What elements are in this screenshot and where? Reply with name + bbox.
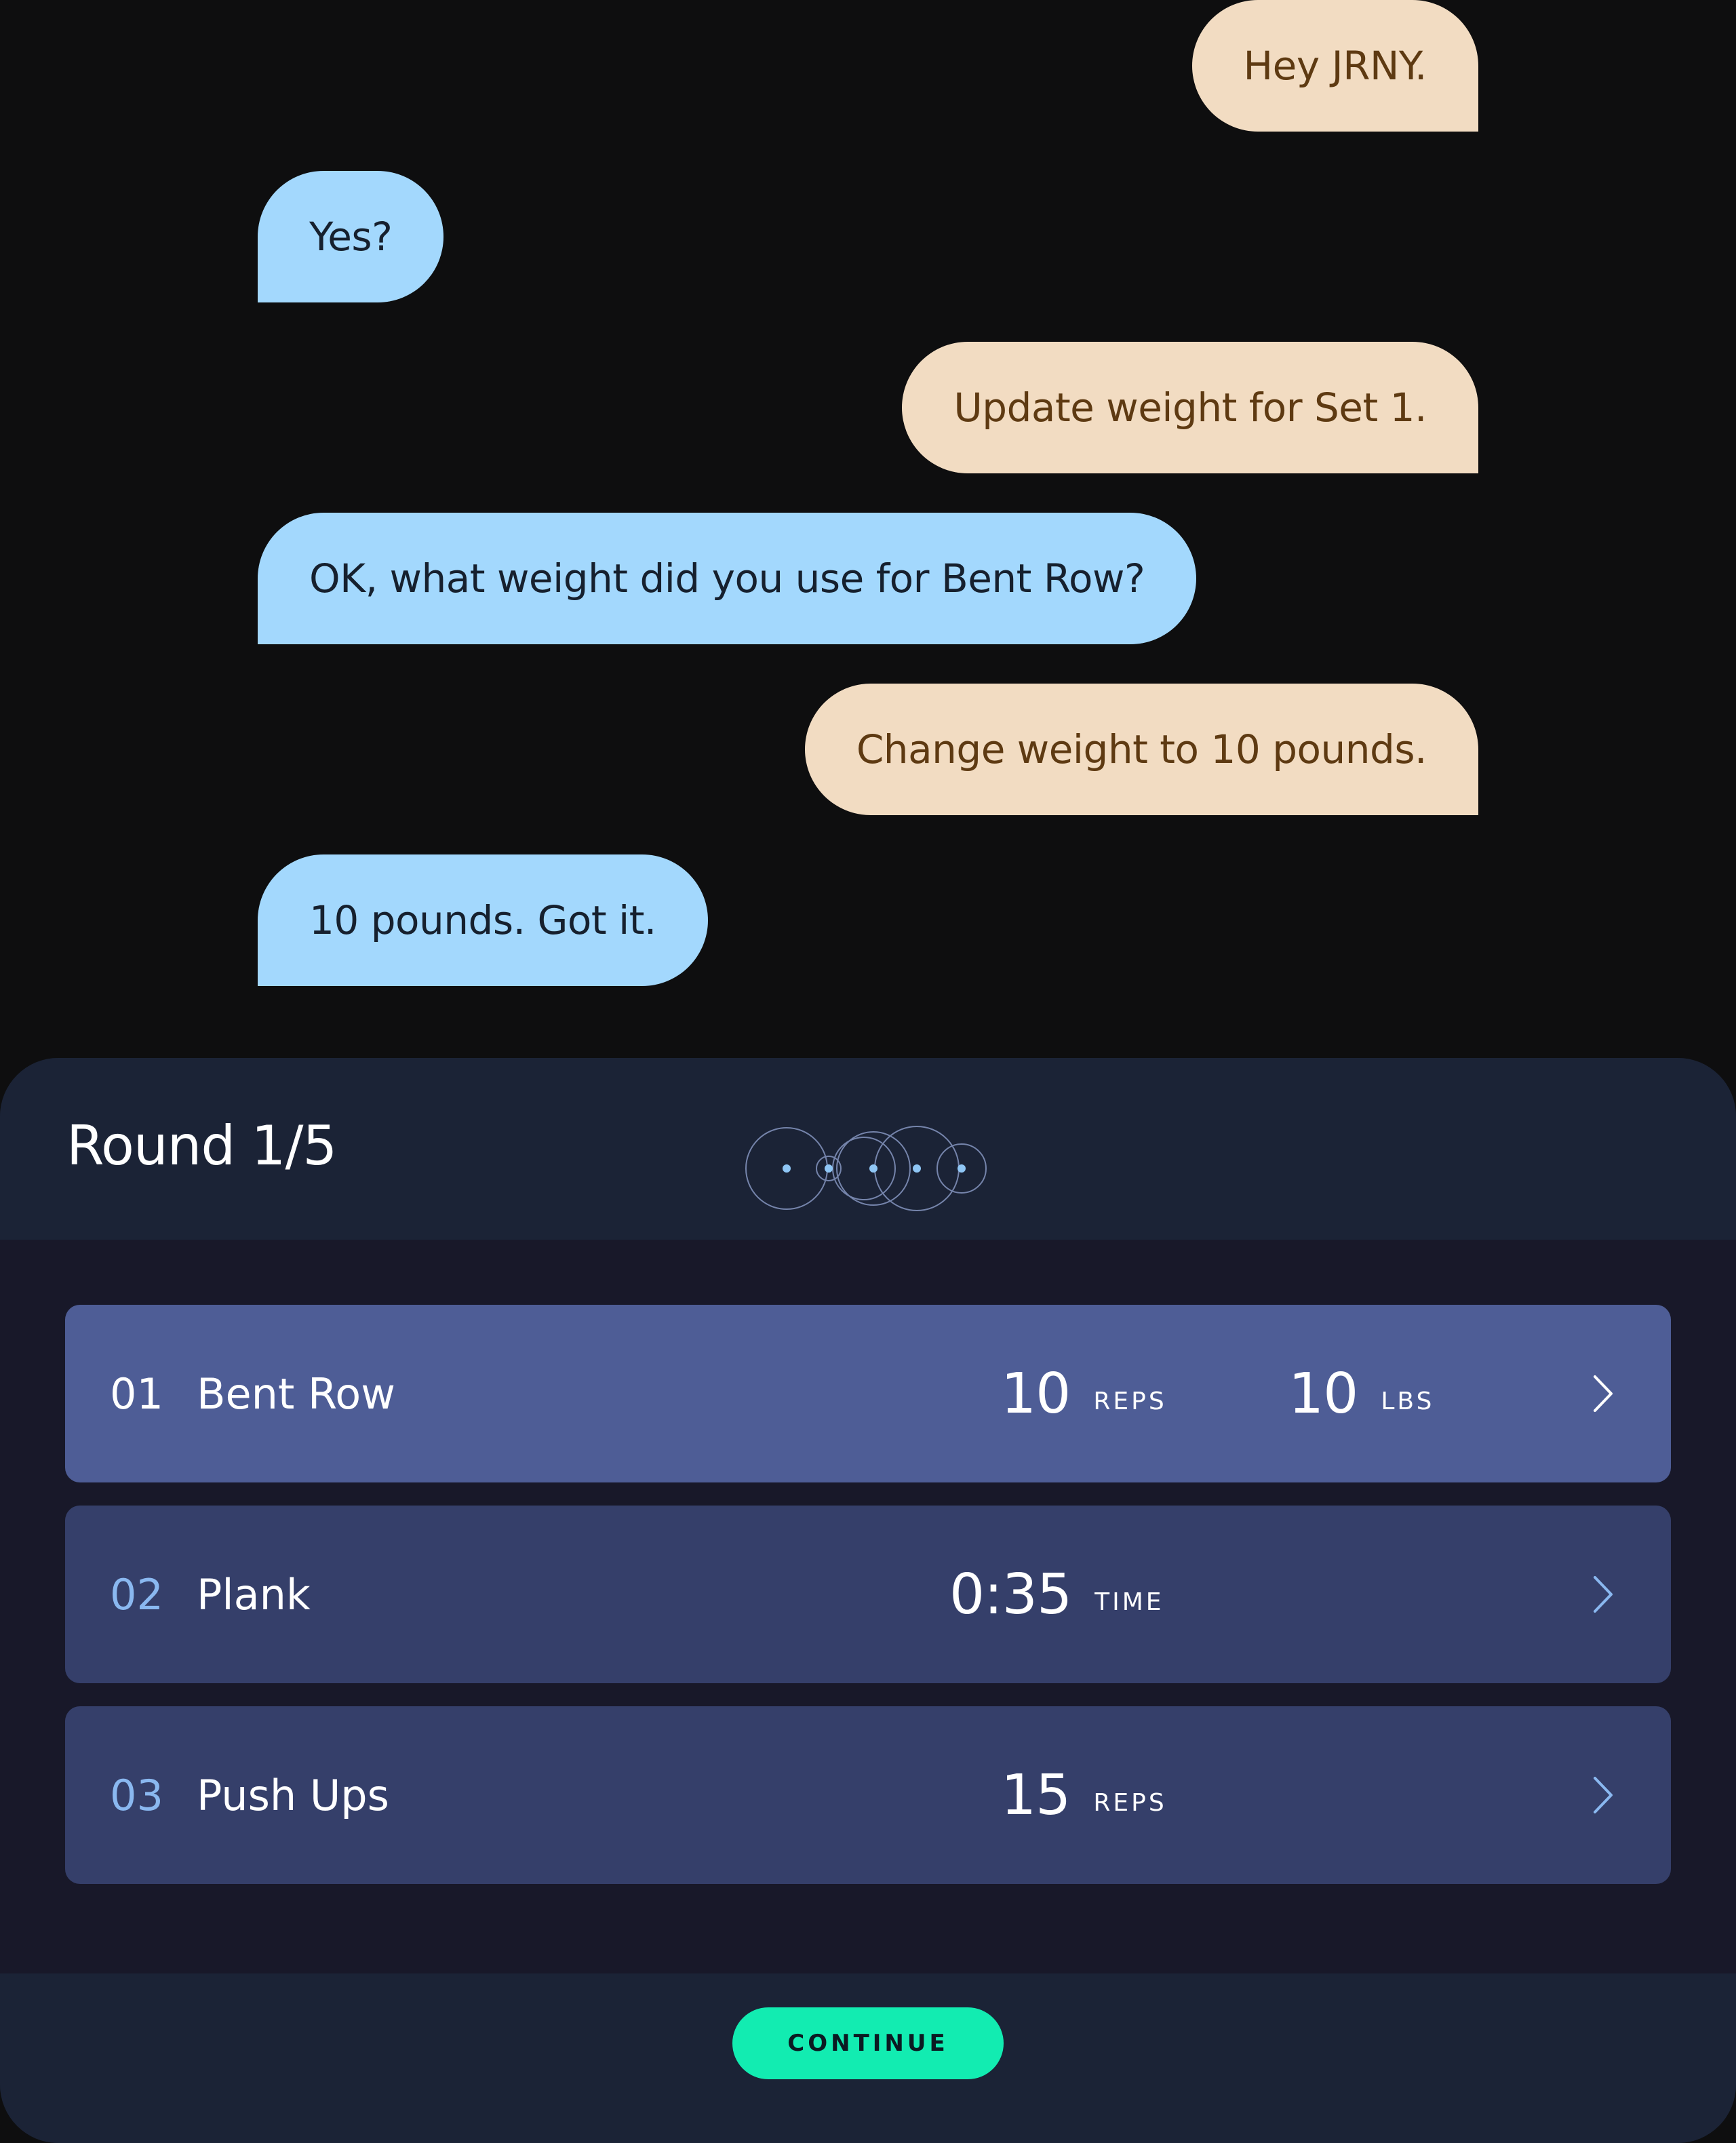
assistant-message-bubble: OK, what weight did you use for Bent Row…	[258, 513, 1197, 644]
metric-unit: REPS	[1093, 1387, 1167, 1415]
workout-panel: Round 1/5 01 Bent Row 10 REPS 10 LBS 02 …	[0, 1058, 1736, 2143]
panel-header: Round 1/5	[0, 1058, 1736, 1240]
metric-unit: LBS	[1381, 1387, 1435, 1415]
exercise-name: Push Ups	[197, 1770, 389, 1820]
round-title: Round 1/5	[66, 1114, 337, 1177]
chevron-right-icon	[1594, 1375, 1613, 1412]
exercise-list: 01 Bent Row 10 REPS 10 LBS 02 Plank 0:35…	[0, 1240, 1736, 1973]
message-text: Change weight to 10 pounds.	[856, 726, 1427, 772]
exercise-row-push-ups[interactable]: 03 Push Ups 15 REPS	[65, 1706, 1671, 1884]
user-message-bubble: Update weight for Set 1.	[902, 342, 1478, 473]
exercise-row-bent-row[interactable]: 01 Bent Row 10 REPS 10 LBS	[65, 1305, 1671, 1482]
user-message-bubble: Change weight to 10 pounds.	[804, 684, 1478, 815]
exercise-number: 03	[110, 1770, 163, 1820]
continue-button[interactable]: CONTINUE	[732, 2007, 1004, 2079]
metric-unit: TIME	[1094, 1588, 1164, 1616]
voice-chat-transcript: Hey JRNY. Yes? Update weight for Set 1. …	[0, 0, 1736, 1058]
message-text: 10 pounds. Got it.	[309, 897, 656, 943]
metric-value: 10	[1288, 1361, 1358, 1426]
message-text: Update weight for Set 1.	[953, 385, 1427, 431]
metric-value: 15	[1001, 1763, 1071, 1828]
reps-metric: 15 REPS	[1001, 1706, 1167, 1884]
voice-orb-icon	[745, 1126, 987, 1211]
user-message-bubble: Hey JRNY.	[1191, 0, 1478, 132]
reps-metric: 10 REPS	[1001, 1305, 1167, 1482]
assistant-message-bubble: Yes?	[258, 171, 444, 302]
app-screen: Hey JRNY. Yes? Update weight for Set 1. …	[0, 0, 1736, 2143]
message-text: Hey JRNY.	[1243, 43, 1427, 89]
exercise-name: Bent Row	[197, 1369, 395, 1419]
weight-metric: 10 LBS	[1288, 1305, 1434, 1482]
exercise-row-plank[interactable]: 02 Plank 0:35 TIME	[65, 1506, 1671, 1683]
exercise-name: Plank	[197, 1569, 311, 1619]
message-text: OK, what weight did you use for Bent Row…	[309, 555, 1145, 602]
exercise-number: 02	[110, 1569, 163, 1619]
metric-unit: REPS	[1093, 1788, 1167, 1817]
message-text: Yes?	[309, 214, 393, 260]
chevron-right-icon	[1594, 1777, 1613, 1813]
metric-value: 0:35	[949, 1562, 1072, 1627]
exercise-number: 01	[110, 1369, 163, 1419]
assistant-message-bubble: 10 pounds. Got it.	[258, 854, 708, 986]
time-metric: 0:35 TIME	[949, 1506, 1164, 1683]
metric-value: 10	[1001, 1361, 1071, 1426]
chevron-right-icon	[1594, 1576, 1613, 1613]
